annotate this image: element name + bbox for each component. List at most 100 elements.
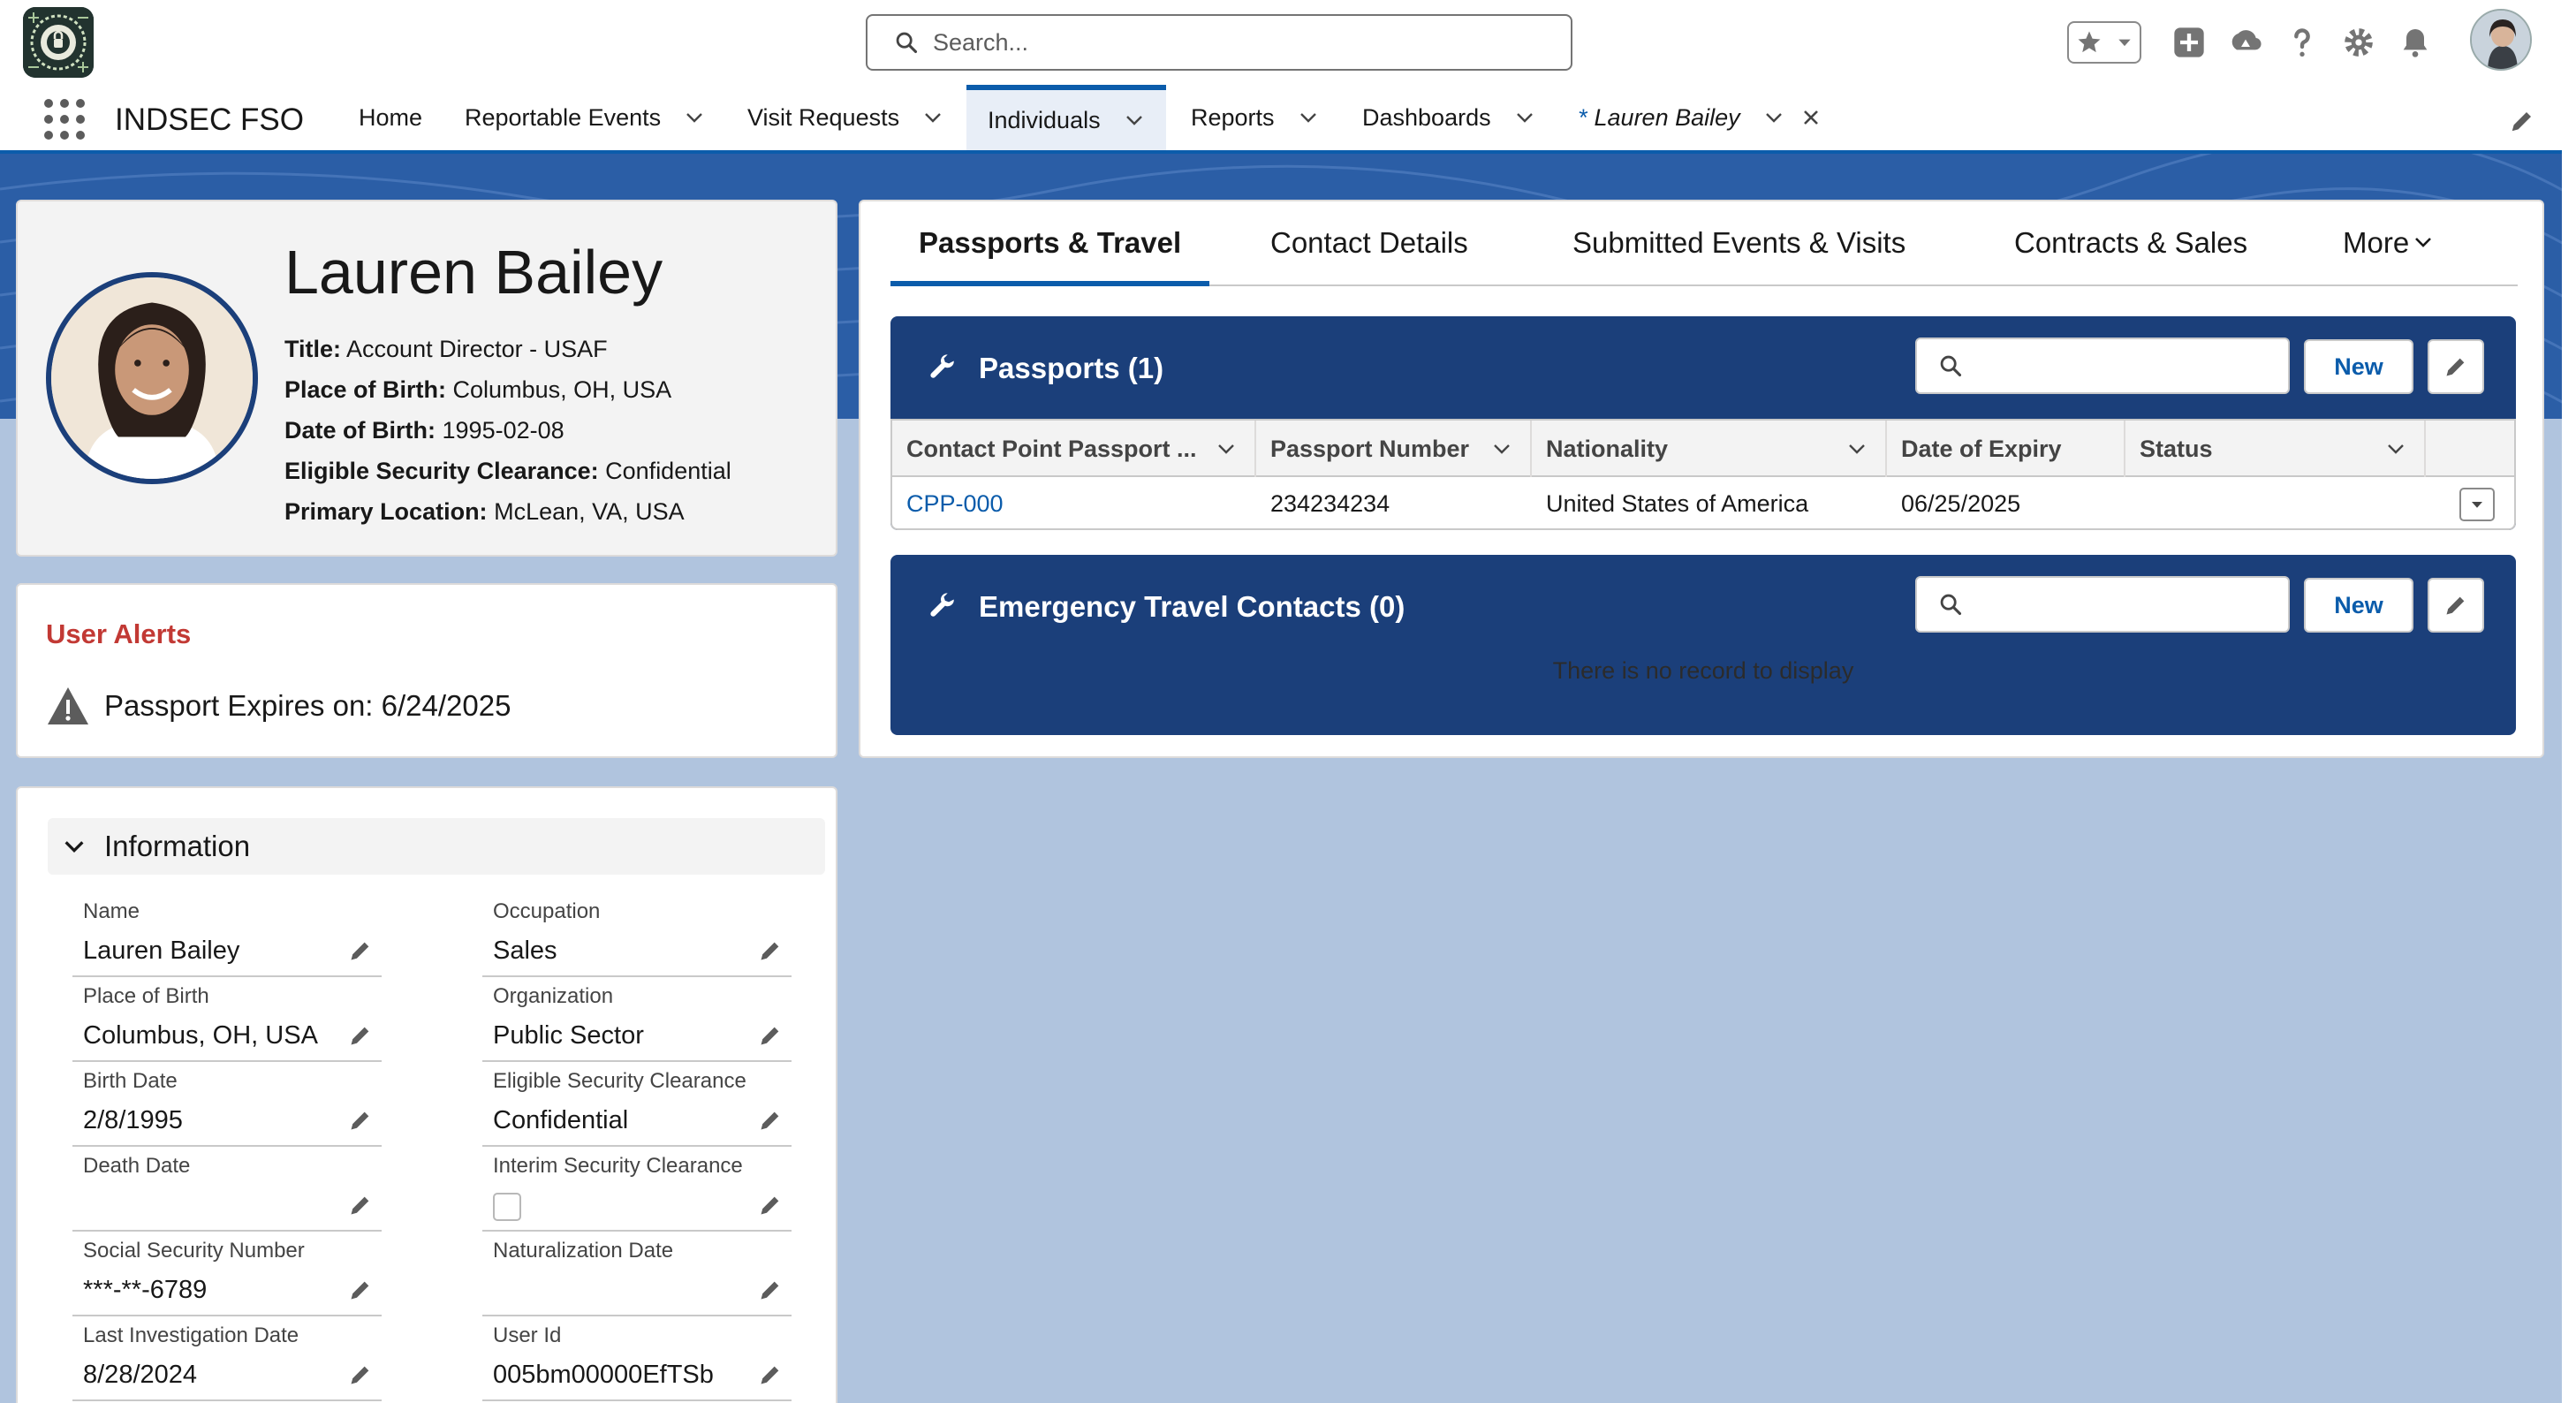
tab-contracts-sales[interactable]: Contracts & Sales <box>1986 226 2276 286</box>
emergency-contacts-search-input[interactable] <box>1974 590 2274 618</box>
field-label: Birth Date <box>83 1069 178 1093</box>
passports-search-input[interactable] <box>1974 352 2274 380</box>
field-value: ***-**-6789 <box>83 1276 208 1304</box>
app-launcher-icon[interactable] <box>44 99 85 140</box>
nav-record-tab-lauren-bailey[interactable]: * Lauren Bailey <box>1578 85 1822 150</box>
tab-submitted-events-visits[interactable]: Submitted Events & Visits <box>1544 226 1934 286</box>
column-header-passport-number[interactable]: Passport Number <box>1256 421 1532 477</box>
new-emergency-contact-button[interactable]: New <box>2304 578 2413 633</box>
column-header-contact-point-passport[interactable]: Contact Point Passport ... <box>892 421 1256 477</box>
unsaved-marker: * <box>1578 103 1587 131</box>
nav-item-individuals[interactable]: Individuals <box>966 85 1166 150</box>
edit-pencil-icon[interactable] <box>348 1193 373 1217</box>
column-header-nationality[interactable]: Nationality <box>1532 421 1887 477</box>
nav-item-dashboards[interactable]: Dashboards <box>1362 85 1535 150</box>
chevron-down-icon[interactable] <box>922 107 943 128</box>
app-logo[interactable] <box>23 7 94 78</box>
star-icon <box>2078 31 2100 53</box>
column-header-status[interactable]: Status <box>2125 421 2426 477</box>
edit-pencil-icon[interactable] <box>758 938 783 963</box>
setup-gear-icon[interactable] <box>2336 19 2382 65</box>
column-header-label: Nationality <box>1546 435 1669 462</box>
nav-item-visit-requests[interactable]: Visit Requests <box>747 85 943 150</box>
passports-related-list: Passports (1) New Contact Point Passport… <box>890 316 2516 530</box>
warning-icon <box>48 687 88 724</box>
row-actions-button[interactable] <box>2459 488 2495 521</box>
nav-item-label: Individuals <box>988 106 1101 133</box>
nav-item-home[interactable]: Home <box>359 85 422 150</box>
passports-table-header: Contact Point Passport ... Passport Numb… <box>892 421 2514 477</box>
information-section-header[interactable]: Information <box>48 818 825 875</box>
tab-contact-details[interactable]: Contact Details <box>1242 226 1496 286</box>
app-logo-icon <box>23 7 94 78</box>
profile-date-of-birth-row: Date of Birth: 1995-02-08 <box>284 410 731 451</box>
edit-pencil-icon[interactable] <box>348 1023 373 1048</box>
nav-item-label: Reports <box>1191 103 1275 131</box>
search-icon <box>896 32 918 54</box>
favorites-button[interactable] <box>2067 21 2141 64</box>
app-name: INDSEC FSO <box>115 102 304 137</box>
column-header-label: Passport Number <box>1270 435 1470 462</box>
edit-pencil-icon[interactable] <box>348 1362 373 1387</box>
chevron-down-icon[interactable] <box>1846 438 1868 459</box>
interim-clearance-checkbox[interactable] <box>493 1193 521 1221</box>
chevron-down-icon[interactable] <box>1124 110 1145 131</box>
edit-pencil-icon[interactable] <box>758 1108 783 1133</box>
notifications-bell-icon[interactable] <box>2392 19 2438 65</box>
header-utility-icons <box>2067 18 2449 67</box>
edit-emergency-contacts-button[interactable] <box>2428 578 2484 633</box>
close-tab-icon[interactable] <box>1800 107 1822 128</box>
field-organization: Organization Public Sector <box>482 977 792 1062</box>
caret-down-icon <box>2118 39 2131 47</box>
tab-passports-travel[interactable]: Passports & Travel <box>890 226 1210 286</box>
field-label: Primary Location: <box>284 498 488 525</box>
alert-item: Passport Expires on: 6/24/2025 <box>46 686 511 726</box>
trailhead-icon[interactable] <box>2223 19 2269 65</box>
field-label: Last Investigation Date <box>83 1323 299 1347</box>
edit-pencil-icon[interactable] <box>758 1278 783 1302</box>
edit-passports-button[interactable] <box>2428 339 2484 394</box>
edit-nav-pencil-icon[interactable] <box>2509 108 2535 134</box>
information-title: Information <box>104 830 251 862</box>
chevron-down-icon[interactable] <box>1216 438 1237 459</box>
nav-item-reportable-events[interactable]: Reportable Events <box>465 85 705 150</box>
chevron-down-icon[interactable] <box>1514 107 1535 128</box>
emergency-contacts-search[interactable] <box>1915 576 2290 633</box>
help-icon[interactable] <box>2279 19 2325 65</box>
profile-title-row: Title: Account Director - USAF <box>284 329 731 369</box>
field-social-security-number: Social Security Number ***-**-6789 <box>72 1232 382 1316</box>
new-passport-button[interactable]: New <box>2304 339 2413 394</box>
global-search[interactable] <box>866 14 1572 71</box>
field-value: 1995-02-08 <box>442 417 564 444</box>
field-user-id: User Id 005bm00000EfTSb <box>482 1316 792 1401</box>
column-header-date-of-expiry[interactable]: Date of Expiry <box>1887 421 2125 477</box>
edit-pencil-icon[interactable] <box>348 938 373 963</box>
tab-more[interactable]: More <box>2315 226 2462 286</box>
field-value: Confidential <box>605 458 731 484</box>
edit-pencil-icon[interactable] <box>758 1362 783 1387</box>
field-name: Name Lauren Bailey <box>72 892 382 977</box>
information-card: Information Name Lauren Bailey Place of … <box>16 786 837 1403</box>
edit-pencil-icon[interactable] <box>348 1108 373 1133</box>
nav-item-label: Dashboards <box>1362 103 1491 131</box>
chevron-down-icon[interactable] <box>1298 107 1319 128</box>
chevron-down-icon[interactable] <box>1763 107 1784 128</box>
passports-search[interactable] <box>1915 337 2290 394</box>
user-avatar[interactable] <box>2470 9 2532 71</box>
chevron-down-icon[interactable] <box>1491 438 1512 459</box>
edit-pencil-icon[interactable] <box>758 1193 783 1217</box>
chevron-down-icon[interactable] <box>2385 438 2406 459</box>
field-value: 005bm00000EfTSb <box>493 1361 714 1389</box>
global-create-icon[interactable] <box>2166 19 2212 65</box>
passport-record-link[interactable]: CPP-000 <box>892 477 1256 530</box>
record-tabs-bar: Passports & Travel Contact Details Submi… <box>890 201 2518 286</box>
field-label: Interim Security Clearance <box>493 1154 743 1178</box>
passport-number-cell: 234234234 <box>1270 489 1390 517</box>
column-header-label: Contact Point Passport ... <box>906 435 1197 462</box>
edit-pencil-icon[interactable] <box>348 1278 373 1302</box>
nav-item-reports[interactable]: Reports <box>1191 85 1319 150</box>
edit-pencil-icon[interactable] <box>758 1023 783 1048</box>
chevron-down-icon[interactable] <box>684 107 705 128</box>
field-death-date: Death Date <box>72 1147 382 1232</box>
global-search-input[interactable] <box>933 28 1551 57</box>
